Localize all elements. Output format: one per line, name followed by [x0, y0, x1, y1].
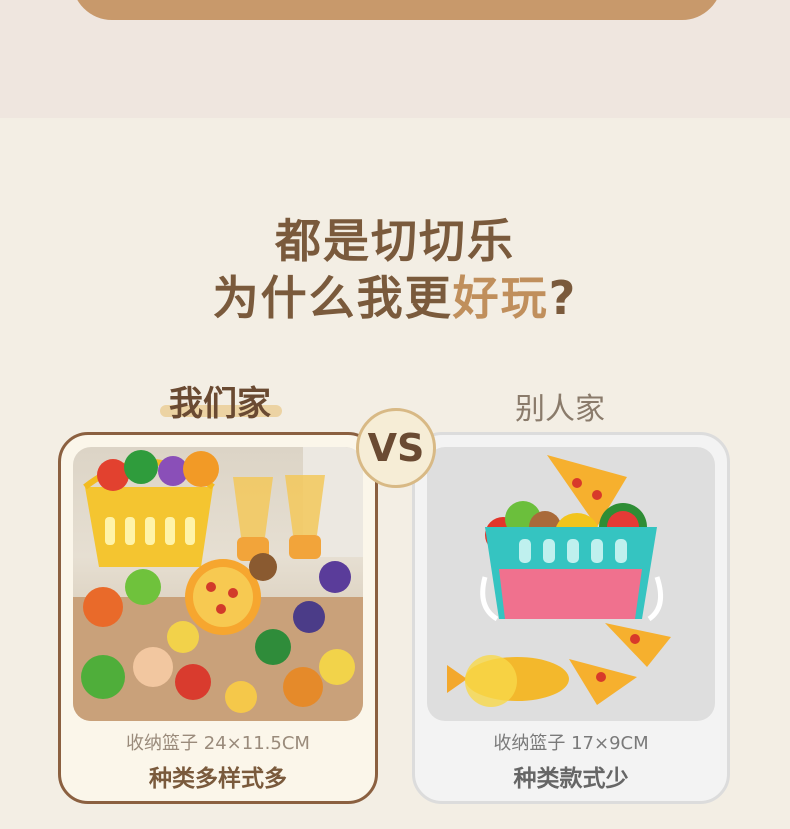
ours-label: 我们家 — [169, 384, 271, 424]
headline-line-2-part2: ? — [548, 271, 578, 325]
vs-badge: VS — [356, 408, 436, 488]
others-variety-text: 种类款式少 — [513, 766, 629, 792]
ours-card: 收纳篮子 24×11.5CM 种类多样式多 — [58, 432, 378, 804]
ours-product-photo — [73, 447, 363, 721]
headline-line-2-accent: 好玩 — [452, 271, 549, 325]
others-basket-size: 收纳篮子 17×9CM — [493, 733, 649, 754]
ours-variety-text: 种类多样式多 — [149, 766, 287, 792]
others-label: 别人家 — [515, 392, 605, 427]
headline-line-2: 为什么我更好玩? — [0, 262, 790, 328]
top-banner-pill — [72, 0, 722, 20]
others-product-illustration — [447, 455, 671, 707]
top-banner — [0, 0, 790, 118]
headline-line-2-part1: 为什么我更 — [212, 271, 453, 325]
others-product-photo — [427, 447, 715, 721]
ours-basket-size: 收纳篮子 24×11.5CM — [126, 733, 310, 754]
ours-product-illustration — [73, 447, 363, 721]
others-card: 收纳篮子 17×9CM 种类款式少 — [412, 432, 730, 804]
